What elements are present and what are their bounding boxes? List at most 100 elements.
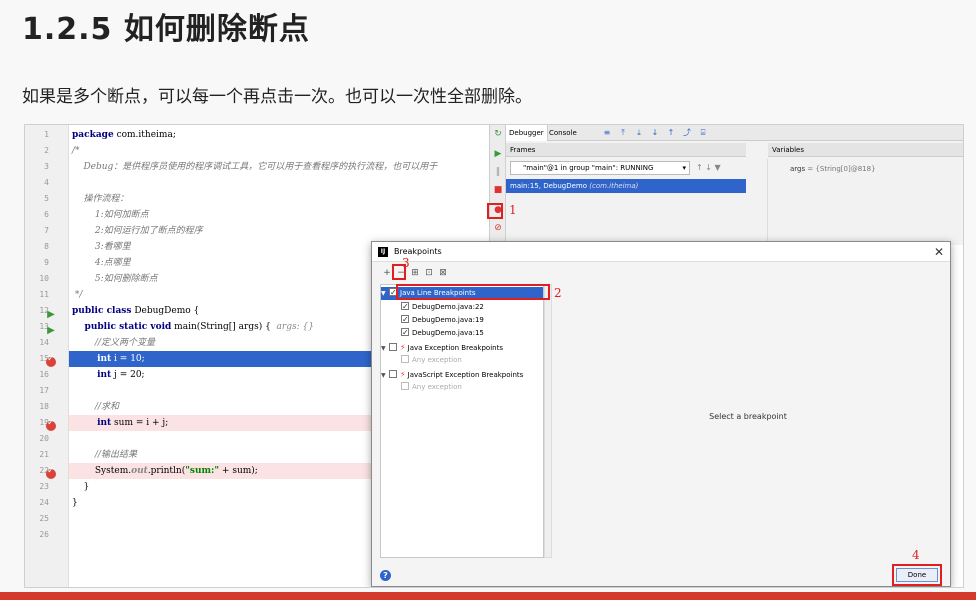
- tree-scrollbar[interactable]: [544, 284, 552, 558]
- step-over-icon[interactable]: ⤓: [634, 128, 644, 138]
- tree-item-any-exception[interactable]: Any exception: [401, 354, 462, 367]
- group-icon[interactable]: ⊞: [408, 268, 422, 278]
- run-to-cursor-icon[interactable]: ⤴: [682, 128, 692, 138]
- help-button[interactable]: ?: [380, 570, 391, 581]
- variable-name: args: [790, 165, 806, 173]
- checkbox[interactable]: [401, 300, 409, 313]
- breakpoints-tree: ▼Java Line Breakpoints DebugDemo.java:22…: [380, 284, 544, 558]
- breakpoints-dialog: IJ Breakpoints ✕ +−⊞⊡⊠ ▼Java Line Breakp…: [371, 241, 951, 587]
- run-arrow-icon[interactable]: ▶: [45, 325, 57, 337]
- tree-item-label: Any exception: [412, 383, 462, 391]
- line-number: 6: [44, 210, 49, 219]
- variable-value: = {String[0]@818}: [805, 165, 876, 173]
- code-token: public static void: [72, 322, 172, 332]
- frames-header: Frames: [506, 143, 746, 157]
- tree-item-label: DebugDemo.java:15: [412, 329, 484, 337]
- editor-gutter: 1 2 3 4 5 6 7 8 9 10 11 12 13 14 15 16 1…: [25, 125, 69, 587]
- variables-toolbar: [748, 159, 768, 245]
- line-number: 5: [44, 194, 49, 203]
- tree-item-any-exception[interactable]: Any exception: [401, 381, 462, 394]
- line-number: 18: [39, 402, 49, 411]
- lightning-icon: ⚡: [400, 370, 406, 379]
- checkbox[interactable]: [401, 355, 409, 363]
- ide-screenshot: 1 2 3 4 5 6 7 8 9 10 11 12 13 14 15 16 1…: [24, 124, 964, 588]
- code-token: public class: [72, 306, 132, 316]
- tab-console[interactable]: Console: [546, 125, 580, 141]
- checkbox[interactable]: [401, 326, 409, 339]
- annotation-box: [396, 284, 550, 300]
- code-token: "sum:": [185, 466, 220, 476]
- stop-icon[interactable]: ■: [493, 185, 503, 195]
- rerun-icon[interactable]: ↻: [493, 129, 503, 139]
- code-token: System.: [72, 466, 132, 476]
- tree-item-label: Java Exception Breakpoints: [407, 344, 503, 352]
- tab-debugger[interactable]: Debugger: [506, 125, 548, 141]
- code-token: com.itheima;: [113, 130, 176, 140]
- tree-item-javascript-exception-breakpoints[interactable]: ▼ ⚡ JavaScript Exception Breakpoints: [381, 368, 523, 381]
- annotation-number: 1: [509, 203, 517, 217]
- evaluate-icon[interactable]: ⌸: [698, 128, 708, 138]
- frame-tools: ↑ ↓ ▼: [696, 163, 746, 175]
- line-number: 1: [44, 130, 49, 139]
- tree-item-breakpoint[interactable]: DebugDemo.java:22: [401, 300, 484, 314]
- inline-hint: args: {}: [276, 322, 314, 332]
- breakpoint-icon[interactable]: [46, 354, 56, 367]
- variables-header: Variables: [768, 143, 963, 157]
- line-number: 16: [39, 370, 49, 379]
- code-line: 1:如何加断点: [72, 210, 149, 220]
- annotation-box: [487, 203, 503, 219]
- pause-icon[interactable]: ‖: [493, 167, 503, 177]
- arrow-down-icon[interactable]: ↓: [705, 163, 712, 172]
- resume-icon[interactable]: ▶: [493, 149, 503, 159]
- frame-item[interactable]: main:15, DebugDemo (com.itheima): [506, 179, 746, 193]
- checkbox[interactable]: [401, 382, 409, 390]
- debugger-side-toolbar: ↻ ▶ ‖ ■ ● ⊘: [490, 125, 506, 245]
- run-arrow-icon[interactable]: ▶: [45, 309, 57, 321]
- line-number: 26: [39, 530, 49, 539]
- annotation-box: [892, 564, 942, 586]
- code-token: main(String[] args) {: [171, 322, 277, 332]
- variable-item[interactable]: args = {String[0]@818}: [790, 165, 876, 173]
- chevron-down-icon: ▼: [381, 372, 386, 379]
- line-number: 3: [44, 162, 49, 171]
- checkbox[interactable]: [389, 343, 397, 351]
- tree-item-breakpoint[interactable]: DebugDemo.java:19: [401, 313, 484, 327]
- breakpoint-icon[interactable]: [46, 466, 56, 479]
- line-number: 22: [39, 466, 49, 475]
- annotation-number: 4: [912, 548, 920, 562]
- tree-item-java-exception-breakpoints[interactable]: ▼ ⚡ Java Exception Breakpoints: [381, 341, 503, 354]
- line-number: 20: [39, 434, 49, 443]
- export-icon[interactable]: ⊡: [422, 268, 436, 278]
- menu-icon[interactable]: ≡: [602, 128, 612, 138]
- breakpoint-icon[interactable]: [46, 418, 56, 431]
- code-token: DebugDemo {: [131, 306, 200, 316]
- dialog-title-bar: IJ Breakpoints ✕: [372, 242, 950, 262]
- line-number: 21: [39, 450, 49, 459]
- slide-description: 如果是多个断点，可以每一个再点击一次。也可以一次性全部删除。: [22, 87, 532, 107]
- step-into-icon[interactable]: ↓: [650, 128, 660, 138]
- line-number: 24: [39, 498, 49, 507]
- breakpoint-detail-pane: Select a breakpoint: [554, 284, 942, 558]
- chevron-down-icon: ▼: [381, 290, 386, 297]
- line-number: 4: [44, 178, 49, 187]
- line-number: 8: [44, 242, 49, 251]
- thread-selector[interactable]: "main"@1 in group "main": RUNNING ▾: [510, 161, 690, 175]
- close-icon[interactable]: ✕: [934, 245, 944, 259]
- mute-breakpoints-icon[interactable]: ⊘: [493, 223, 503, 233]
- code-token: int: [72, 354, 112, 364]
- step-out-icon[interactable]: ↑: [666, 128, 676, 138]
- code-token: j = 20;: [111, 370, 145, 380]
- checkbox[interactable]: [389, 370, 397, 378]
- frame-package: (com.itheima): [589, 182, 639, 190]
- tree-item-breakpoint[interactable]: DebugDemo.java:15: [401, 326, 484, 340]
- filter-icon[interactable]: ▼: [715, 163, 721, 172]
- import-icon[interactable]: ⊠: [436, 268, 450, 278]
- code-token: .println(: [147, 466, 186, 476]
- show-execution-point-icon[interactable]: ⤒: [618, 128, 628, 138]
- line-number: 7: [44, 226, 49, 235]
- arrow-up-icon[interactable]: ↑: [696, 163, 703, 172]
- checkbox[interactable]: [401, 313, 409, 326]
- lightning-icon: ⚡: [400, 343, 406, 352]
- code-token: int: [72, 370, 112, 380]
- line-number: 23: [39, 482, 49, 491]
